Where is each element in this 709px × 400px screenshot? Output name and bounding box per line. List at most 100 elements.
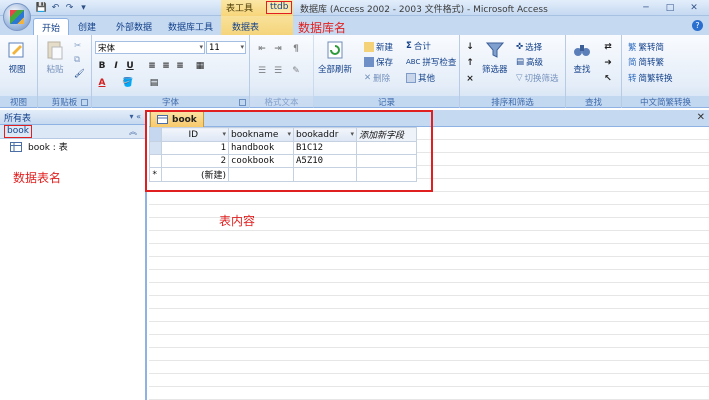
cell-bookname[interactable]: handbook (228, 141, 294, 155)
cell-bookaddr[interactable]: B1C12 (293, 141, 357, 155)
nav-group-book[interactable]: book ︽ (0, 125, 145, 139)
cell-bookaddr[interactable]: A5Z10 (293, 154, 357, 168)
bullets-icon[interactable]: ☰ (272, 65, 284, 77)
copy-icon[interactable]: ⧉ (74, 55, 80, 65)
clear-sort-icon[interactable]: ⨯ (464, 73, 476, 85)
chevron-down-icon[interactable]: ▾ (222, 130, 226, 138)
cell-new-field[interactable] (356, 154, 417, 168)
numbering-icon[interactable]: ☰ (256, 65, 268, 77)
toggle-filter-button[interactable]: ▽ 切换筛选 (516, 72, 559, 84)
cell-bookname[interactable]: cookbook (228, 154, 294, 168)
advanced-button[interactable]: ▤ 高级 (516, 56, 543, 68)
format-painter-icon[interactable]: 🖌 (74, 69, 85, 79)
cell-new-field[interactable] (356, 141, 417, 155)
undo-icon[interactable]: ↶ (50, 2, 61, 13)
nav-pane-controls[interactable]: ▾ « (130, 112, 141, 121)
chevron-down-icon: ▾ (199, 43, 203, 51)
goto-icon[interactable]: ➜ (602, 57, 614, 69)
new-row-label[interactable]: (新建) (161, 167, 229, 182)
cell-new-field[interactable] (356, 167, 417, 182)
cell-id[interactable]: 1 (161, 141, 229, 155)
select-icon[interactable]: ↖ (602, 73, 614, 85)
text-direction-icon[interactable]: ¶ (290, 43, 302, 55)
refresh-all-button[interactable]: 全部刷新 (318, 39, 352, 75)
font-size-select[interactable]: 11 ▾ (206, 41, 246, 54)
annotation-db-name: 数据库名 (298, 21, 347, 35)
tab-datasheet[interactable]: 数据表 (224, 18, 267, 35)
group-font: 宋体 ▾ 11 ▾ B I U ≡ ≡ ≡ ▦ A 🪣 ▤ 字体 (92, 35, 250, 108)
gridlines-icon[interactable]: ▦ (194, 60, 206, 72)
fill-color-icon[interactable]: 🪣 (122, 77, 134, 89)
office-logo-icon (10, 10, 24, 24)
cell-bookname[interactable] (228, 167, 294, 182)
view-icon (8, 42, 24, 58)
table-row[interactable]: 2 cookbook A5Z10 (149, 154, 417, 168)
filter-button[interactable]: 筛选器 (482, 39, 508, 75)
bold-button[interactable]: B (96, 60, 108, 72)
cell-id[interactable]: 2 (161, 154, 229, 168)
row-selector[interactable] (149, 154, 162, 168)
nav-item-book-table[interactable]: book : 表 (0, 139, 145, 154)
sort-descending-icon[interactable]: ↑ (464, 57, 476, 69)
table-row[interactable]: 1 handbook B1C12 (149, 141, 417, 155)
column-header-id[interactable]: ID ▾ (161, 127, 229, 142)
tab-external-data[interactable]: 外部数据 (108, 18, 160, 35)
save-icon (364, 57, 374, 67)
find-button[interactable]: 查找 (571, 39, 593, 75)
save-record-button[interactable]: 保存 (364, 56, 393, 68)
redo-icon[interactable]: ↷ (64, 2, 75, 13)
nav-pane-header[interactable]: 所有表 ▾ « (0, 110, 145, 125)
align-right-icon[interactable]: ≡ (174, 60, 186, 72)
close-document-icon[interactable]: ✕ (697, 112, 705, 123)
indent-decrease-icon[interactable]: ⇤ (256, 43, 268, 55)
column-header-bookaddr[interactable]: bookaddr ▾ (293, 127, 357, 142)
font-color-button[interactable]: A (96, 77, 108, 89)
sort-ascending-icon[interactable]: ↓ (464, 41, 476, 53)
column-header-add-field[interactable]: 添加新字段 (356, 127, 417, 142)
view-button[interactable]: 视图 (6, 39, 28, 75)
italic-button[interactable]: I (110, 60, 122, 72)
delete-record-button[interactable]: ✕ 删除 (364, 72, 390, 84)
chevron-down-icon[interactable]: ▾ (350, 130, 354, 138)
tab-home[interactable]: 开始 (33, 18, 70, 35)
totals-button[interactable]: Σ 合计 (406, 40, 431, 52)
more-button[interactable]: 其他 (406, 72, 435, 84)
align-center-icon[interactable]: ≡ (160, 60, 172, 72)
tab-database-tools[interactable]: 数据库工具 (160, 18, 221, 35)
new-record-row[interactable]: * (新建) (149, 167, 417, 182)
indent-increase-icon[interactable]: ⇥ (272, 43, 284, 55)
minimize-icon[interactable]: ─ (635, 1, 657, 14)
simp-to-trad-button[interactable]: 简简转繁 (628, 56, 664, 68)
font-name-select[interactable]: 宋体 ▾ (95, 41, 205, 54)
chevron-up-icon[interactable]: ︽ (129, 126, 137, 137)
maximize-icon[interactable]: □ (659, 1, 681, 14)
underline-button[interactable]: U (124, 60, 136, 72)
align-left-icon[interactable]: ≡ (146, 60, 158, 72)
save-icon[interactable]: 💾 (36, 2, 47, 13)
convert-button[interactable]: 转简繁转换 (628, 72, 673, 84)
select-all-cell[interactable] (149, 127, 162, 142)
close-icon[interactable]: ✕ (683, 1, 705, 14)
alt-row-color-icon[interactable]: ▤ (148, 77, 160, 89)
highlight-icon[interactable]: ✎ (290, 65, 302, 77)
datasheet: ID ▾ bookname ▾ bookaddr ▾ 添加新字段 1 handbook… (149, 127, 709, 400)
selection-button[interactable]: ✜ 选择 (516, 41, 542, 53)
font-launcher-icon[interactable] (239, 99, 246, 106)
row-selector[interactable] (149, 141, 162, 155)
group-clipboard: 粘贴 ✂ ⧉ 🖌 剪贴板 (38, 35, 92, 108)
cell-bookaddr[interactable] (293, 167, 357, 182)
replace-icon[interactable]: ⇄ (602, 41, 614, 53)
spelling-button[interactable]: ABC 拼写检查 (406, 56, 456, 68)
cut-icon[interactable]: ✂ (74, 41, 81, 51)
paste-button[interactable]: 粘贴 (44, 39, 66, 75)
clipboard-launcher-icon[interactable] (81, 99, 88, 106)
office-button[interactable] (3, 3, 31, 31)
trad-to-simp-button[interactable]: 繁繁转简 (628, 41, 664, 53)
new-record-button[interactable]: 新建 (364, 41, 393, 53)
tab-create[interactable]: 创建 (70, 18, 104, 35)
chevron-down-icon[interactable]: ▾ (287, 130, 291, 138)
customize-icon[interactable]: ▾ (78, 2, 89, 13)
doc-tab-book[interactable]: book (150, 111, 204, 127)
column-header-bookname[interactable]: bookname ▾ (228, 127, 294, 142)
help-icon[interactable]: ? (692, 20, 703, 31)
